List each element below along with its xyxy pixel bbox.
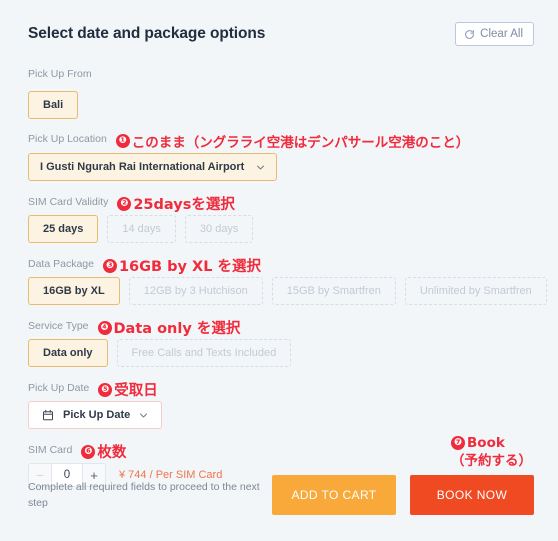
sim-card-validity-options: 25 days 14 days 30 days <box>28 215 534 243</box>
field-sim-card-validity: SIM Card Validity ❷ 25daysを選択 25 days 14… <box>28 192 534 243</box>
pick-up-location-value: I Gusti Ngurah Rai International Airport <box>40 161 245 173</box>
annotation-5-text: 受取日 <box>114 383 158 399</box>
chip-25-days[interactable]: 25 days <box>28 215 99 243</box>
chevron-down-icon <box>139 411 148 420</box>
chip-16gb-by-xl[interactable]: 16GB by XL <box>28 277 120 305</box>
chevron-down-icon <box>256 163 265 172</box>
chip-unlimited-by-smartfren[interactable]: Unlimited by Smartfren <box>404 277 547 305</box>
pick-up-date-value: Pick Up Date <box>63 409 131 421</box>
annotation-1-number: ❶ <box>115 134 130 148</box>
annotation-1-text: このまま（ングラライ空港はデンパサール空港のこと） <box>131 135 470 151</box>
annotation-2: ❷ 25daysを選択 <box>117 193 235 214</box>
annotation-6-text: 枚数 <box>97 445 127 461</box>
annotation-6-number: ❻ <box>81 444 96 459</box>
panel-footer: Complete all required fields to proceed … <box>28 475 534 515</box>
annotation-3: ❸ 16GB by XL を選択 <box>102 255 261 276</box>
chip-14-days[interactable]: 14 days <box>107 215 176 243</box>
pick-up-date-label: Pick Up Date <box>28 381 90 394</box>
annotation-7-number: ❼ <box>451 435 465 450</box>
field-pick-up-date: Pick Up Date ❺ 受取日 Pick Up Date <box>28 378 534 429</box>
panel-header: Select date and package options Clear Al… <box>28 22 534 46</box>
annotation-2-number: ❷ <box>117 196 132 211</box>
chip-30-days[interactable]: 30 days <box>184 215 254 243</box>
pick-up-location-label: Pick Up Location <box>28 133 107 146</box>
clear-all-label: Clear All <box>480 28 523 40</box>
annotation-7: ❼ Book （予約する） <box>451 434 532 470</box>
pick-up-date-picker[interactable]: Pick Up Date <box>28 401 163 429</box>
field-pick-up-location: Pick Up Location ❶ このまま（ングラライ空港はデンパサール空港… <box>28 130 534 181</box>
pick-up-location-select[interactable]: I Gusti Ngurah Rai International Airport <box>28 153 278 181</box>
refresh-icon <box>464 29 475 40</box>
annotation-7-line2: （予約する） <box>451 452 532 469</box>
chip-bali[interactable]: Bali <box>28 91 79 119</box>
annotation-6: ❻ 枚数 <box>81 441 126 462</box>
clear-all-button[interactable]: Clear All <box>455 22 534 46</box>
package-options-panel: Select date and package options Clear Al… <box>0 0 558 541</box>
page-title: Select date and package options <box>28 25 266 42</box>
chip-12gb-by-3-hutchison[interactable]: 12GB by 3 Hutchison <box>128 277 263 305</box>
annotation-3-number: ❸ <box>102 258 117 273</box>
service-type-options: Data only Free Calls and Texts Included <box>28 339 534 367</box>
annotation-7-line1: Book <box>467 434 505 451</box>
chip-free-calls-and-texts-included[interactable]: Free Calls and Texts Included <box>116 339 292 367</box>
field-service-type: Service Type ❹ Data only を選択 Data only F… <box>28 316 534 367</box>
annotation-5-number: ❺ <box>98 382 113 397</box>
annotation-4: ❹ Data only を選択 <box>97 317 241 338</box>
footer-actions: ADD TO CART BOOK NOW <box>272 475 534 515</box>
pick-up-from-label: Pick Up From <box>28 68 92 80</box>
annotation-3-text: 16GB by XL を選択 <box>118 259 261 275</box>
annotation-1: ❶ このまま（ングラライ空港はデンパサール空港のこと） <box>115 131 470 151</box>
chip-15gb-by-smartfren[interactable]: 15GB by Smartfren <box>271 277 396 305</box>
sim-card-label: SIM Card <box>28 443 73 456</box>
service-type-label: Service Type <box>28 319 89 332</box>
annotation-2-text: 25daysを選択 <box>133 197 235 213</box>
annotation-5: ❺ 受取日 <box>98 379 158 400</box>
add-to-cart-button[interactable]: ADD TO CART <box>272 475 396 515</box>
field-pick-up-from: Pick Up From Bali <box>28 68 534 119</box>
book-now-button[interactable]: BOOK NOW <box>410 475 534 515</box>
data-package-options: 16GB by XL 12GB by 3 Hutchison 15GB by S… <box>28 277 547 305</box>
sim-card-validity-label: SIM Card Validity <box>28 195 109 208</box>
chip-data-only[interactable]: Data only <box>28 339 108 367</box>
annotation-4-text: Data only を選択 <box>113 321 241 337</box>
annotation-4-number: ❹ <box>97 320 112 335</box>
required-fields-note: Complete all required fields to proceed … <box>28 480 260 509</box>
pick-up-from-options: Bali <box>28 91 534 119</box>
field-data-package: Data Package ❸ 16GB by XL を選択 16GB by XL… <box>28 254 547 305</box>
calendar-icon <box>42 409 54 421</box>
data-package-label: Data Package <box>28 257 94 270</box>
